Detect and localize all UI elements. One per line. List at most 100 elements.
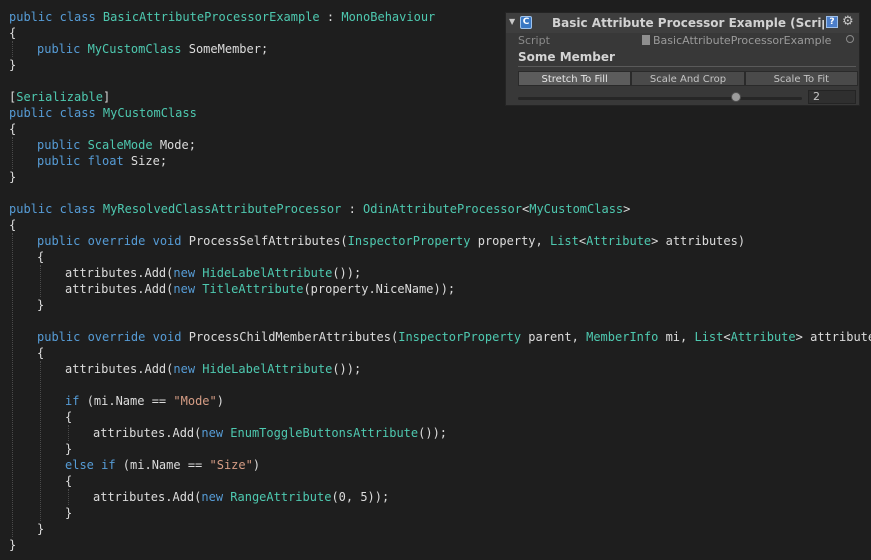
code-line[interactable]: public class MyResolvedClassAttributePro… — [9, 201, 630, 217]
code-token: new — [201, 426, 231, 440]
code-token: attributes.Add( — [65, 282, 174, 296]
code-line[interactable]: } — [9, 57, 16, 73]
code-line[interactable]: public ScaleMode Mode; — [37, 137, 196, 153]
indent-guide — [12, 233, 13, 537]
code-token: new — [173, 282, 203, 296]
code-line[interactable]: attributes.Add(new EnumToggleButtonsAttr… — [93, 425, 447, 441]
code-token: ()); — [332, 362, 362, 376]
code-token: public — [37, 138, 88, 152]
code-token: public override void — [37, 330, 189, 344]
code-token: InspectorProperty — [398, 330, 522, 344]
code-token: MyCustomClass — [87, 42, 182, 56]
script-label: Script — [518, 34, 550, 47]
code-token: : — [319, 10, 342, 24]
code-line[interactable]: { — [37, 345, 44, 361]
code-token: { — [37, 250, 45, 264]
scale-mode-toggle-group: Stretch To Fill Scale And Crop Scale To Fi… — [518, 71, 858, 86]
code-token: public — [37, 42, 88, 56]
code-line[interactable]: } — [37, 297, 44, 313]
object-picker-icon[interactable] — [846, 35, 854, 43]
scale-mode-toggle-scale-to-fit[interactable]: Scale To Fit — [744, 71, 858, 86]
size-slider-thumb[interactable] — [730, 92, 741, 102]
code-line[interactable]: if (mi.Name == "Mode") — [65, 393, 224, 409]
code-line[interactable]: [Serializable] — [9, 89, 110, 105]
code-token: Attribute — [730, 330, 796, 344]
code-token: else if — [65, 458, 123, 472]
code-line[interactable]: { — [65, 473, 72, 489]
code-token: ()); — [332, 266, 362, 280]
code-line[interactable]: } — [37, 521, 44, 537]
code-line[interactable]: } — [65, 441, 72, 457]
indent-guide — [68, 425, 69, 441]
code-line[interactable]: public MyCustomClass SomeMember; — [37, 41, 268, 57]
code-line[interactable]: public override void ProcessSelfAttribut… — [37, 233, 745, 249]
code-line[interactable]: public class MyCustomClass — [9, 105, 197, 121]
code-line[interactable]: } — [65, 505, 72, 521]
scale-mode-toggle-scale-and-crop[interactable]: Scale And Crop — [631, 71, 745, 86]
code-token: > attributes) — [795, 330, 871, 344]
code-token: property, — [470, 234, 550, 248]
code-token: attributes.Add( — [93, 426, 202, 440]
code-token: > attributes) — [651, 234, 746, 248]
code-token: { — [9, 26, 17, 40]
code-token: public class — [9, 10, 103, 24]
code-token: attributes.Add( — [65, 266, 174, 280]
code-token: { — [9, 122, 17, 136]
code-line[interactable]: public class BasicAttributeProcessorExam… — [9, 9, 435, 25]
code-line[interactable]: { — [9, 25, 16, 41]
code-line[interactable]: public float Size; — [37, 153, 167, 169]
code-line[interactable]: { — [65, 409, 72, 425]
code-token: } — [37, 298, 45, 312]
gear-icon[interactable]: ⚙ — [842, 15, 856, 29]
code-token: (mi.Name == — [86, 394, 174, 408]
size-slider-track[interactable] — [518, 97, 802, 100]
code-token: { — [37, 346, 45, 360]
indent-guide — [40, 361, 41, 521]
code-line[interactable]: { — [9, 217, 16, 233]
scale-mode-toggle-stretch-to-fill[interactable]: Stretch To Fill — [518, 71, 632, 86]
code-token: RangeAttribute — [230, 490, 332, 504]
code-token: { — [9, 218, 17, 232]
code-token: Size; — [130, 154, 168, 168]
code-line[interactable]: else if (mi.Name == "Size") — [65, 457, 260, 473]
code-token: List — [549, 234, 579, 248]
code-token: (property.NiceName)); — [303, 282, 456, 296]
code-token: MyCustomClass — [102, 106, 197, 120]
code-token: ScaleMode — [87, 138, 153, 152]
code-token: ] — [102, 90, 111, 104]
indent-guide — [12, 41, 13, 57]
code-token: Mode; — [152, 138, 196, 152]
code-line[interactable]: attributes.Add(new HideLabelAttribute())… — [65, 361, 361, 377]
help-icon[interactable]: ? — [826, 16, 838, 28]
code-token: attributes.Add( — [93, 490, 202, 504]
size-input-field[interactable]: 2 — [808, 90, 856, 104]
member-title: Some Member — [518, 50, 615, 64]
code-token: } — [9, 170, 17, 184]
code-token: Serializable — [16, 90, 103, 104]
code-line[interactable]: { — [37, 249, 44, 265]
code-token: } — [9, 58, 17, 72]
code-line[interactable]: { — [9, 121, 16, 137]
code-line[interactable]: public override void ProcessChildMemberA… — [37, 329, 871, 345]
code-token: HideLabelAttribute — [202, 266, 333, 280]
code-token: BasicAttributeProcessorExample — [102, 10, 320, 24]
code-token: MyResolvedClassAttributeProcessor — [102, 202, 342, 216]
code-token: public override void — [37, 234, 189, 248]
code-line[interactable]: attributes.Add(new HideLabelAttribute())… — [65, 265, 361, 281]
code-token: attributes.Add( — [65, 362, 174, 376]
code-token: "Mode" — [173, 394, 217, 408]
code-line[interactable]: attributes.Add(new TitleAttribute(proper… — [65, 281, 455, 297]
indent-guide — [40, 265, 41, 297]
fold-arrow-icon[interactable]: ▼ — [509, 17, 519, 27]
code-token: Attribute — [586, 234, 652, 248]
code-token: ) — [252, 458, 261, 472]
code-line[interactable]: } — [9, 169, 16, 185]
script-component-icon: C — [520, 16, 532, 29]
indent-guide — [68, 489, 69, 505]
code-line[interactable]: attributes.Add(new RangeAttribute(0, 5))… — [93, 489, 389, 505]
code-token: MyCustomClass — [529, 202, 624, 216]
script-field[interactable]: BasicAttributeProcessorExample — [642, 34, 840, 48]
inspector-header[interactable]: ▼ C Basic Attribute Processor Example (S… — [506, 13, 859, 33]
code-token: MemberInfo — [586, 330, 659, 344]
code-line[interactable]: } — [9, 537, 16, 553]
